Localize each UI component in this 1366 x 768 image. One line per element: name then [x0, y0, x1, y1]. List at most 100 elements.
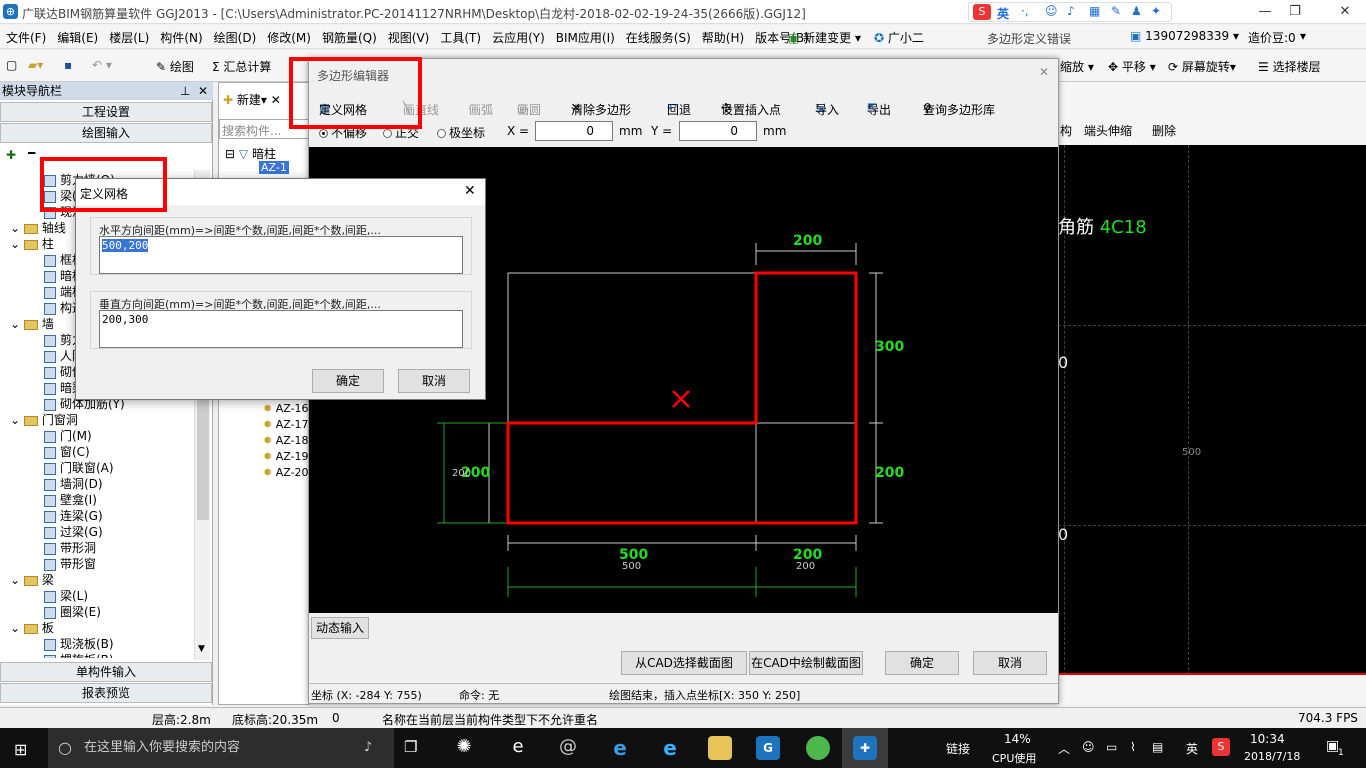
battery-icon[interactable]: ▭	[1106, 740, 1117, 754]
pinwheel-app-icon[interactable]: ✺	[452, 736, 476, 760]
y-input[interactable]: 0	[679, 121, 757, 141]
menu-item[interactable]: 文件(F)	[6, 29, 46, 46]
menu-item[interactable]: 楼层(L)	[109, 29, 149, 46]
component-item[interactable]: ✹ AZ-20	[263, 465, 309, 481]
single-input-tab[interactable]: 单构件输入	[0, 662, 212, 682]
grid-close-icon[interactable]: ✕	[464, 183, 476, 199]
expander-icon[interactable]: ⌄	[10, 221, 24, 235]
scroll-down-icon[interactable]: ▼	[198, 644, 205, 654]
undo-icon[interactable]: ↶ ▾	[92, 58, 112, 72]
edge-legacy-icon[interactable]: e	[506, 736, 530, 760]
report-preview-tab[interactable]: 报表预览	[0, 683, 212, 703]
component-item[interactable]: ✹ AZ-18	[263, 433, 309, 449]
tree-item[interactable]: 螺旋板(B)	[0, 652, 195, 658]
polar-radio[interactable]: 极坐标	[437, 124, 485, 141]
dynamic-input-button[interactable]: 动态输入	[311, 617, 369, 639]
vertical-spacing-input[interactable]: 200,300	[99, 310, 463, 348]
tree-item[interactable]: 梁(L)	[0, 588, 195, 604]
ie-icon[interactable]: e	[658, 736, 682, 760]
mic-icon[interactable]: ♪	[364, 728, 372, 768]
tree-item[interactable]: 窗(C)	[0, 444, 195, 460]
open-folder-icon[interactable]: ▰▾	[28, 58, 43, 72]
tools-icon[interactable]: ✦	[1151, 4, 1161, 18]
pan-button[interactable]: ✥ 平移 ▾	[1108, 58, 1156, 75]
component-item-selected[interactable]: AZ-1	[259, 161, 289, 174]
sum-button[interactable]: Σ 汇总计算	[212, 58, 271, 75]
main-drawing-canvas[interactable]: 角筋 4C18 0 0 500	[1058, 145, 1366, 675]
guangxiaoer-menu[interactable]: ✪ 广小二	[874, 29, 924, 46]
keyboard-icon[interactable]: ▤	[1152, 740, 1163, 754]
save-icon[interactable]: ▪	[64, 58, 72, 72]
active-app-slot[interactable]: ✚	[842, 728, 888, 768]
menu-item[interactable]: 在线服务(S)	[626, 29, 691, 46]
expander-icon[interactable]: ⌄	[10, 237, 24, 251]
tree-item[interactable]: 壁龛(I)	[0, 492, 195, 508]
menu-item[interactable]: 云应用(Y)	[492, 29, 545, 46]
zoom-button[interactable]: 缩放 ▾	[1060, 58, 1094, 75]
windows-start-icon[interactable]: ⊞	[14, 740, 27, 759]
menu-item[interactable]: 钢筋量(Q)	[322, 29, 377, 46]
tree-folder[interactable]: ⌄ 板	[0, 620, 195, 636]
menu-item[interactable]: BIM应用(I)	[556, 29, 615, 46]
user-icon[interactable]: ♟	[1131, 4, 1142, 18]
tree-folder[interactable]: ⌄ 梁	[0, 572, 195, 588]
emoji-icon[interactable]: ☺	[1045, 4, 1058, 18]
tray-expand-icon[interactable]: ︿	[1058, 740, 1070, 757]
tree-item[interactable]: 圈梁(E)	[0, 604, 195, 620]
minimize-button[interactable]: —	[1250, 2, 1280, 22]
task-view-icon[interactable]: ❐	[404, 738, 417, 756]
close-button[interactable]: ✕	[1330, 2, 1360, 22]
menu-item[interactable]: 编辑(E)	[57, 29, 98, 46]
new-change-menu[interactable]: ▣ 新建变更 ▾	[788, 29, 861, 46]
menu-item[interactable]: 视图(V)	[388, 29, 430, 46]
keyboard-icon[interactable]: ▦	[1089, 4, 1100, 18]
sogou-tray-icon[interactable]: S	[1212, 738, 1230, 756]
maximize-button[interactable]: ❐	[1280, 2, 1310, 22]
tree-item[interactable]: 带形洞	[0, 540, 195, 556]
tree-item[interactable]: 连梁(G)	[0, 508, 195, 524]
taskbar-link[interactable]: 链接	[946, 740, 970, 757]
punct-icon[interactable]: ·,	[1021, 4, 1029, 18]
skin-icon[interactable]: ✎	[1111, 4, 1121, 18]
edge-icon[interactable]: e	[608, 736, 632, 760]
action-gou[interactable]: 构	[1060, 122, 1072, 139]
polygon-close-icon[interactable]: ✕	[1039, 65, 1049, 79]
tree-root-anzhu[interactable]: ⊟ ▽ 暗柱	[225, 145, 276, 162]
spiral-app-icon[interactable]: @	[556, 736, 580, 760]
horizontal-spacing-input[interactable]: 500,200	[99, 236, 463, 274]
action-delete[interactable]: 删除	[1152, 122, 1176, 139]
people-icon[interactable]: ☺	[1082, 740, 1095, 754]
new-component-button[interactable]: ✚ 新建▾ ✕	[223, 91, 281, 108]
poly-ok-button[interactable]: 确定	[885, 651, 959, 675]
tree-folder[interactable]: ⌄ 门窗洞	[0, 412, 195, 428]
expander-icon[interactable]: ⌄	[10, 317, 24, 331]
component-item[interactable]: ✹ AZ-16	[263, 401, 309, 417]
taskbar-search[interactable]: ○ 在这里输入你要搜索的内容 ♪	[48, 728, 394, 768]
poly-cancel-button[interactable]: 取消	[973, 651, 1047, 675]
tree-item[interactable]: 门联窗(A)	[0, 460, 195, 476]
clock-date[interactable]: 2018/7/18	[1244, 750, 1300, 763]
grid-cancel-button[interactable]: 取消	[398, 369, 470, 393]
mic-icon[interactable]: ♪	[1067, 4, 1075, 18]
tree-item[interactable]: 墙洞(D)	[0, 476, 195, 492]
select-floor-button[interactable]: ☰ 选择楼层	[1258, 58, 1321, 75]
draw-button[interactable]: ✎ 绘图	[156, 58, 194, 75]
menu-item[interactable]: 修改(M)	[267, 29, 311, 46]
grid-ok-button[interactable]: 确定	[312, 369, 384, 393]
tree-item[interactable]: 现浇板(B)	[0, 636, 195, 652]
network-icon[interactable]: ⌇	[1130, 740, 1136, 754]
component-item[interactable]: ✹ AZ-19	[263, 449, 309, 465]
menu-item[interactable]: 帮助(H)	[702, 29, 744, 46]
menu-item[interactable]: 构件(N)	[160, 29, 202, 46]
new-file-icon[interactable]: ▢	[6, 58, 17, 72]
rotate-button[interactable]: ⟳ 屏幕旋转▾	[1168, 58, 1236, 75]
glodon-g-icon[interactable]: G	[756, 736, 780, 760]
menu-item[interactable]: 工具(T)	[440, 29, 481, 46]
expander-icon[interactable]: ⌄	[10, 621, 24, 635]
x-input[interactable]: 0	[535, 121, 613, 141]
expander-icon[interactable]: ⌄	[10, 573, 24, 587]
price-bean[interactable]: 造价豆:0	[1248, 29, 1296, 46]
draw-input-tab[interactable]: 绘图输入	[0, 123, 212, 143]
expand-all-icon[interactable]: ✚	[6, 148, 16, 162]
price-dropdown-icon[interactable]: ▾	[1300, 29, 1306, 43]
